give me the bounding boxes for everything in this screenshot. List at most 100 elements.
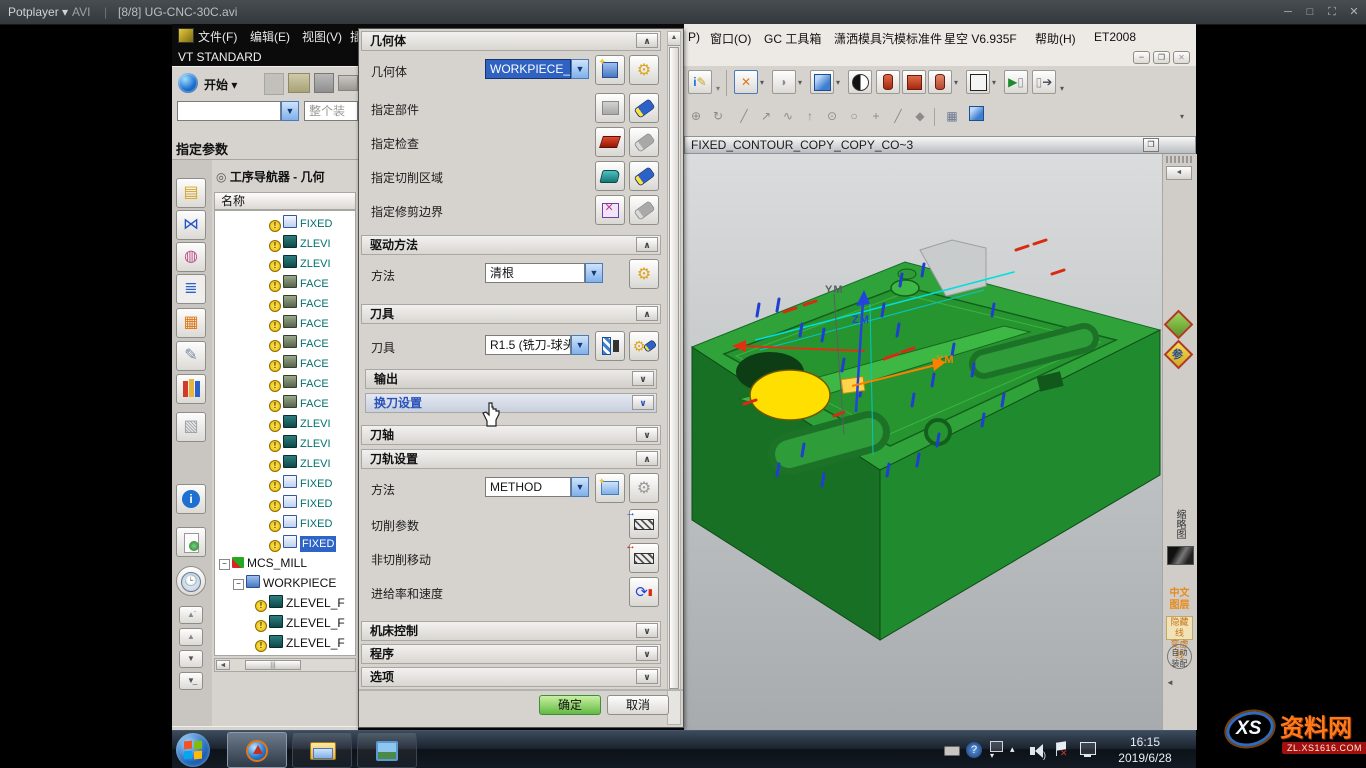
scroll-bottom-button[interactable]: ▼̲ [179,672,203,690]
sidebar-scroll-left-icon[interactable]: ◄ [1166,166,1192,180]
collapse-icon[interactable]: ∧ [636,306,658,321]
tree-hscrollbar[interactable]: ◄ ||| [214,658,356,672]
action-center-flag-icon[interactable]: ✕ [1056,742,1068,756]
mdi-minimize-icon[interactable]: − [1133,51,1150,64]
collapse-icon[interactable]: ∧ [636,33,658,48]
section-drive-method[interactable]: 驱动方法∧ [361,235,661,255]
snap-point-icon[interactable]: + [866,106,886,126]
tree-row-selected[interactable]: !FIXED [269,534,356,553]
section-path-settings[interactable]: 刀轨设置∧ [361,449,661,469]
dropdown-icon[interactable]: ▾ [798,78,802,87]
notes-tab[interactable]: ✎ [176,341,206,371]
start-button[interactable]: 开始 ▾ [204,76,237,93]
collapse-box-icon[interactable]: − [233,579,244,590]
snap-curve-icon[interactable]: ∿ [778,106,798,126]
section-geometry[interactable]: 几何体∧ [361,31,661,51]
display-mode-icon[interactable]: ✕ [734,70,758,94]
scrollbar-thumb[interactable] [669,47,679,689]
snap-endpoint-icon[interactable]: ↗ [756,106,776,126]
expand-icon[interactable]: ∨ [636,669,658,684]
tree-row[interactable]: !FIXED [269,494,356,513]
tray-caret-icon[interactable]: ▾ [990,751,994,760]
overflow-icon[interactable]: ▾ [716,84,720,93]
tree-row[interactable]: !ZLEVEL_F [255,634,356,653]
expand-icon[interactable]: ∨ [636,646,658,661]
scope-combo[interactable]: 整个装 [304,101,358,121]
toolbar-overflow-icon[interactable]: ▾ [1180,112,1184,121]
viewport-restore-icon[interactable]: ❐ [1143,138,1159,152]
tree-row[interactable]: !ZLEVI [269,254,356,273]
sidebar-drag-handle[interactable] [1166,156,1192,163]
thumbnail-image[interactable] [1167,546,1194,565]
expand-icon[interactable]: ∨ [636,427,658,442]
tree-row[interactable]: !FACE [269,334,356,353]
tree-row-mcs[interactable]: −MCS_MILL [219,554,356,573]
edit-tool-button[interactable]: ⚙ [629,331,659,361]
move-layer-icon[interactable]: ▶▯ [1004,70,1028,94]
part-navigator-tab[interactable]: ◍ [176,242,206,272]
render-style-icon[interactable] [848,70,872,94]
tree-row[interactable]: !FACE [269,354,356,373]
tree-row[interactable]: !FIXED [269,214,356,233]
selection-filter-combo[interactable] [177,101,281,121]
minimize-icon[interactable]: ─ [1278,0,1298,24]
history-tab[interactable]: 🕒 [176,566,206,596]
scrollbar-up-icon[interactable]: ▲ [668,32,680,46]
expand-icon[interactable]: ∨ [636,623,658,638]
close-icon[interactable]: ✕ [1344,0,1364,24]
edit-drive-method-button[interactable]: ⚙ [629,259,659,289]
copy-layer-icon[interactable]: ▯➔ [1032,70,1056,94]
section-tool[interactable]: 刀具∧ [361,304,661,324]
assembly-navigator-tab[interactable]: ▤ [176,178,206,208]
expand-icon[interactable]: ∨ [632,395,654,410]
menu-mold-standard[interactable]: 潇洒模具汽模标准件 [834,30,942,47]
section-options[interactable]: 选项∨ [361,667,661,687]
new-file-icon[interactable] [264,73,284,95]
subsection-tool-change[interactable]: 换刀设置∨ [365,393,657,413]
section-tool-axis[interactable]: 刀轴∨ [361,425,661,445]
scroll-up-button[interactable]: ▲ [179,628,203,646]
menu-edit[interactable]: 编辑(E) [250,28,290,45]
chinese-layer-button[interactable]: 中文图层 [1166,588,1193,614]
tree-row[interactable]: !FACE [269,274,356,293]
subsection-output[interactable]: 输出∨ [365,369,657,389]
constraint-navigator-tab[interactable]: ⋈ [176,210,206,240]
drive-method-combo[interactable]: 清根 [485,263,585,283]
show-hidden-icons[interactable]: ▴ [1010,744,1015,755]
dropdown-icon[interactable]: ▾ [954,78,958,87]
menu-clipped[interactable]: P) [688,30,700,44]
section-z-icon[interactable] [928,70,952,94]
menu-file[interactable]: 文件(F) [198,28,237,45]
taskbar-app-explorer[interactable] [292,732,352,768]
hscroll-thumb[interactable]: ||| [245,660,301,670]
web-browser-tab[interactable] [176,527,206,557]
print-icon[interactable] [338,75,358,91]
section-y-icon[interactable] [902,70,926,94]
tree-row[interactable]: !ZLEVEL_F [255,594,356,613]
snap-face-icon[interactable]: ◆ [910,106,930,126]
dropdown-icon[interactable]: ▾ [836,78,840,87]
open-file-icon[interactable] [288,73,310,93]
tree-row[interactable]: !FIXED [269,514,356,533]
viewport-title-bar[interactable]: FIXED_CONTOUR_COPY_COPY_CO~3 ❐ [684,136,1196,154]
tree-row[interactable]: !ZLEVI [269,234,356,253]
feeds-speeds-button[interactable]: ⟳▮ [629,577,659,607]
roles-tab[interactable]: ▧ [176,412,206,442]
library-tab[interactable] [176,374,206,404]
sidebar-arrow-icon[interactable]: ◄ [1166,678,1176,688]
info-icon[interactable]: i✎ [688,70,712,94]
snap-center-icon[interactable]: ⊙ [822,106,842,126]
combo-arrow-icon[interactable]: ▼ [281,101,299,121]
mdi-close-icon[interactable]: ✕ [1173,51,1190,64]
tree-row-workpiece[interactable]: −WORKPIECE [233,574,356,593]
snap-arrow-icon[interactable]: ↑ [800,106,820,126]
section-program[interactable]: 程序∨ [361,644,661,664]
path-method-arrow-icon[interactable]: ▼ [571,477,589,497]
geometry-combo-arrow-icon[interactable]: ▼ [571,59,589,79]
hscroll-left-icon[interactable]: ◄ [216,660,230,670]
grid-icon[interactable]: ▦ [942,106,962,126]
thumbnail-vertical-button[interactable]: 缩略图 [1168,502,1190,546]
potplayer-menu[interactable]: Potplayer ▾ [8,0,68,24]
section-x-icon[interactable] [876,70,900,94]
snap-circle-icon[interactable]: ○ [844,106,864,126]
